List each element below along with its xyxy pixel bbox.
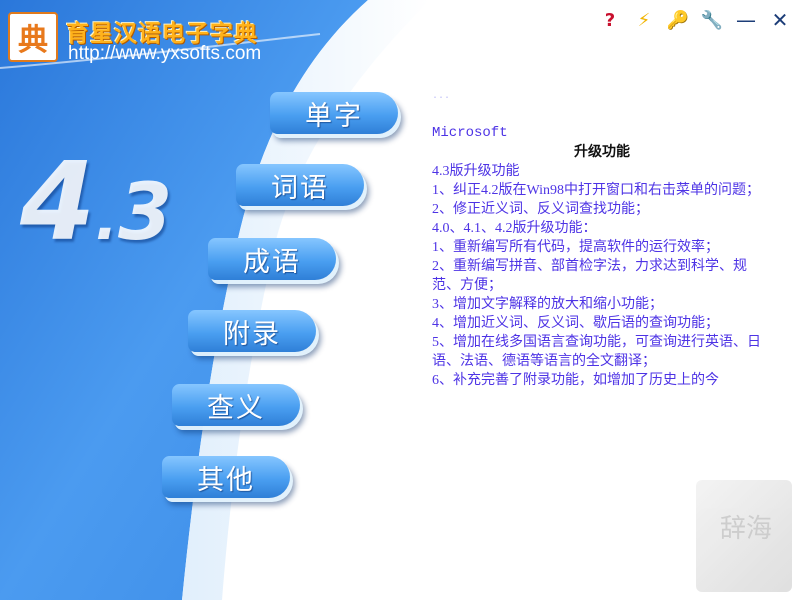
help-icon[interactable]: ? bbox=[596, 6, 624, 34]
version-badge: 4.3 bbox=[20, 140, 172, 265]
wrench-icon[interactable]: 🔧 bbox=[698, 6, 726, 34]
menu-button-words[interactable]: 词语 bbox=[236, 164, 364, 206]
key-icon[interactable]: 🔑 bbox=[664, 6, 692, 34]
content-line: 3、增加文字解释的放大和缩小功能； bbox=[432, 297, 663, 312]
logo-glyph: 典 bbox=[18, 23, 48, 58]
menu-button-single-char[interactable]: 单字 bbox=[270, 92, 398, 134]
close-button[interactable]: ✕ bbox=[766, 6, 794, 34]
logo: 典 bbox=[8, 12, 58, 62]
content-line: 4、增加近义词、反义词、歇后语的查询功能； bbox=[432, 316, 719, 331]
menu-button-appendix[interactable]: 附录 bbox=[188, 310, 316, 352]
content-fade bbox=[426, 386, 786, 410]
dictionary-art-text: 辞海 bbox=[719, 514, 772, 544]
dictionary-art: 辞海 bbox=[696, 480, 792, 592]
menu-button-other[interactable]: 其他 bbox=[162, 456, 290, 498]
content-line: 5、增加在线多国语言查询功能，可查询进行英语、日语、法语、德语等语言的全文翻译； bbox=[432, 335, 761, 369]
version-major: 4 bbox=[20, 140, 96, 265]
menu-button-lookup[interactable]: 查义 bbox=[172, 384, 300, 426]
version-dot: . bbox=[95, 184, 118, 254]
content-line: 2、重新编写拼音、部首检字法，力求达到科学、规范、方便； bbox=[432, 259, 747, 293]
update-icon[interactable]: ⚡ bbox=[630, 6, 658, 34]
content-line: 4.0、4.1、4.2版升级功能： bbox=[432, 221, 597, 236]
app-url[interactable]: http://www.yxsofts.com bbox=[68, 43, 261, 65]
upgrade-text: Microsoft 升级功能 4.3版升级功能 1、纠正4.2版在Win98中打… bbox=[432, 124, 772, 390]
content-line: 2、修正近义词、反义词查找功能； bbox=[432, 202, 649, 217]
content-heading: 升级功能 bbox=[574, 144, 630, 160]
content-line: Microsoft bbox=[432, 125, 508, 141]
content-line: 1、纠正4.2版在Win98中打开窗口和右击菜单的问题； bbox=[432, 183, 761, 198]
content-line: 1、重新编写所有代码，提高软件的运行效率； bbox=[432, 240, 719, 255]
upgrade-info-panel[interactable]: ... Microsoft 升级功能 4.3版升级功能 1、纠正4.2版在Win… bbox=[426, 86, 786, 410]
version-minor: 3 bbox=[117, 168, 173, 258]
content-line: 4.3版升级功能 bbox=[432, 164, 520, 179]
menu-button-idioms[interactable]: 成语 bbox=[208, 238, 336, 280]
title-toolbar: ? ⚡ 🔑 🔧 — ✕ bbox=[596, 6, 794, 34]
faded-header-text: ... bbox=[432, 90, 451, 101]
minimize-button[interactable]: — bbox=[732, 6, 760, 34]
